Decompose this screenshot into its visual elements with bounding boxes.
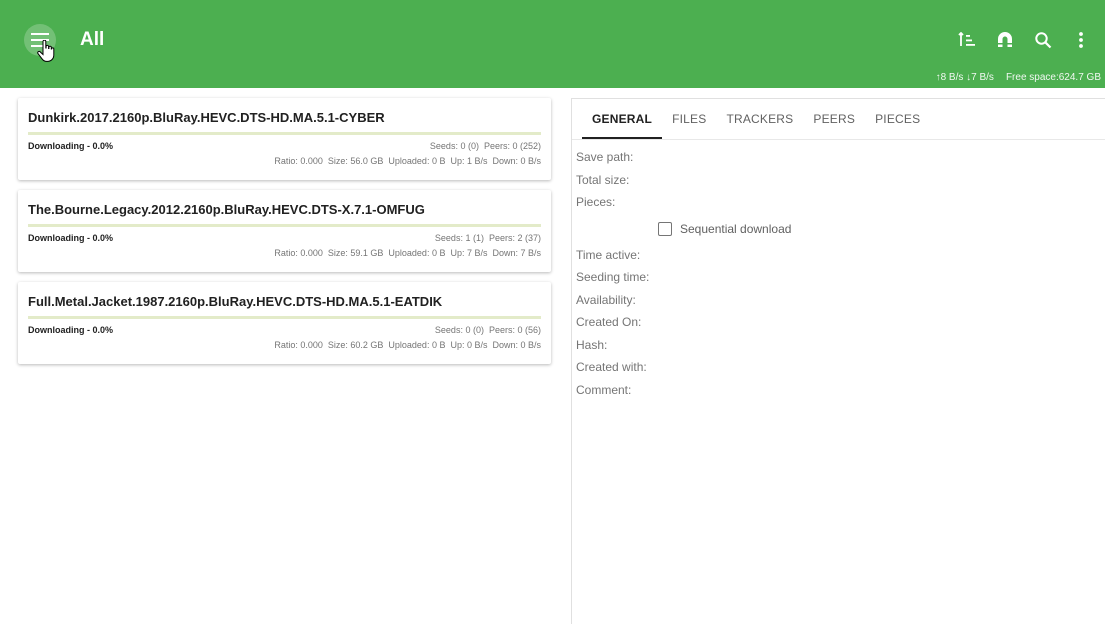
upload-speed: Up: 7 B/s	[450, 248, 488, 258]
upload-speed: Up: 1 B/s	[450, 156, 488, 166]
peers-count: Peers: 2 (37)	[488, 233, 541, 243]
progress-bar	[28, 132, 541, 135]
tab-peers[interactable]: PEERS	[803, 99, 865, 139]
total-size-label: Total size:	[576, 172, 630, 187]
peers-count: Peers: 0 (252)	[483, 141, 541, 151]
hand-pointer-cursor-icon	[37, 40, 55, 62]
torrent-status: Downloading - 0.0%	[28, 233, 114, 243]
torrent-item[interactable]: The.Bourne.Legacy.2012.2160p.BluRay.HEVC…	[18, 190, 551, 272]
general-info: Save path: Total size: Pieces: Sequentia…	[572, 140, 1105, 401]
toolbar-actions	[945, 24, 1097, 56]
seeds-count: Seeds: 0 (0)	[434, 325, 484, 335]
uploaded: Uploaded: 0 B	[388, 340, 446, 350]
torrent-stats: Ratio: 0.000 Size: 60.2 GB Uploaded: 0 B Up…	[269, 340, 541, 350]
seeds-count: Seeds: 0 (0)	[429, 141, 479, 151]
tab-trackers[interactable]: TRACKERS	[716, 99, 803, 139]
sort-button[interactable]	[951, 24, 983, 56]
torrent-name: The.Bourne.Legacy.2012.2160p.BluRay.HEVC…	[28, 202, 425, 217]
seeds-count: Seeds: 1 (1)	[434, 233, 484, 243]
time-active-label: Time active:	[576, 247, 641, 262]
more-vert-icon	[1079, 32, 1083, 48]
transfer-status: ↑8 B/s ↓7 B/s Free space:624.7 GB	[936, 72, 1101, 84]
peers-count: Peers: 0 (56)	[488, 325, 541, 335]
pieces-label: Pieces:	[576, 195, 616, 209]
page-title: All	[80, 29, 105, 50]
tab-pieces[interactable]: PIECES	[865, 99, 930, 139]
free-space-readout: Free space:624.7 GB	[1005, 72, 1101, 83]
torrent-item[interactable]: Dunkirk.2017.2160p.BluRay.HEVC.DTS-HD.MA…	[18, 98, 551, 180]
torrent-name: Dunkirk.2017.2160p.BluRay.HEVC.DTS-HD.MA…	[28, 110, 385, 125]
download-speed: Down: 7 B/s	[492, 248, 541, 258]
size: Size: 56.0 GB	[327, 156, 384, 166]
download-speed: Down: 0 B/s	[492, 340, 541, 350]
torrent-name: Full.Metal.Jacket.1987.2160p.BluRay.HEVC…	[28, 294, 443, 309]
created-on-label: Created On:	[576, 315, 642, 329]
save-path-label: Save path:	[576, 150, 634, 164]
search-button[interactable]	[1027, 24, 1059, 56]
torrent-status: Downloading - 0.0%	[28, 141, 114, 151]
uploaded: Uploaded: 0 B	[388, 248, 446, 258]
ratio: Ratio: 0.000	[274, 248, 323, 258]
seeds-peers: Seeds: 0 (0) Peers: 0 (252)	[430, 141, 541, 151]
add-magnet-button[interactable]	[989, 24, 1021, 56]
speed-readout: ↑8 B/s ↓7 B/s	[935, 72, 994, 83]
magnet-icon	[998, 32, 1012, 47]
sequential-download-row[interactable]: Sequential download	[576, 214, 1105, 244]
tab-files[interactable]: FILES	[662, 99, 716, 139]
sort-icon	[958, 32, 975, 46]
torrent-detail-pane: GENERAL FILES TRACKERS PEERS PIECES Save…	[571, 98, 1105, 624]
ratio: Ratio: 0.000	[274, 156, 323, 166]
sequential-download-checkbox[interactable]	[658, 221, 672, 236]
detail-tabs: GENERAL FILES TRACKERS PEERS PIECES	[572, 99, 1105, 140]
overflow-menu-button[interactable]	[1065, 24, 1097, 56]
upload-speed: Up: 0 B/s	[450, 340, 488, 350]
sequential-download-label: Sequential download	[680, 221, 792, 236]
torrent-status: Downloading - 0.0%	[28, 325, 114, 335]
app-bar: All ↑8 B/s ↓7 B/s Free space:624.7 GB	[0, 0, 1105, 88]
progress-bar	[28, 224, 541, 227]
torrent-item[interactable]: Full.Metal.Jacket.1987.2160p.BluRay.HEVC…	[18, 282, 551, 364]
size: Size: 59.1 GB	[327, 248, 384, 258]
seeds-peers: Seeds: 1 (1) Peers: 2 (37)	[435, 233, 541, 243]
torrent-list: Dunkirk.2017.2160p.BluRay.HEVC.DTS-HD.MA…	[18, 98, 551, 374]
hash-label: Hash:	[576, 337, 608, 352]
ratio: Ratio: 0.000	[274, 340, 323, 350]
tab-general[interactable]: GENERAL	[582, 99, 663, 139]
comment-label: Comment:	[576, 382, 632, 397]
search-icon	[1035, 32, 1052, 49]
seeds-peers: Seeds: 0 (0) Peers: 0 (56)	[435, 325, 541, 335]
created-with-label: Created with:	[576, 360, 647, 374]
availability-label: Availability:	[576, 292, 636, 307]
download-speed: Down: 0 B/s	[492, 156, 541, 166]
seeding-time-label: Seeding time:	[576, 270, 650, 284]
progress-bar	[28, 316, 541, 319]
uploaded: Uploaded: 0 B	[388, 156, 446, 166]
size: Size: 60.2 GB	[327, 340, 384, 350]
torrent-stats: Ratio: 0.000 Size: 59.1 GB Uploaded: 0 B Up…	[269, 248, 541, 258]
torrent-stats: Ratio: 0.000 Size: 56.0 GB Uploaded: 0 B Up…	[269, 156, 541, 166]
